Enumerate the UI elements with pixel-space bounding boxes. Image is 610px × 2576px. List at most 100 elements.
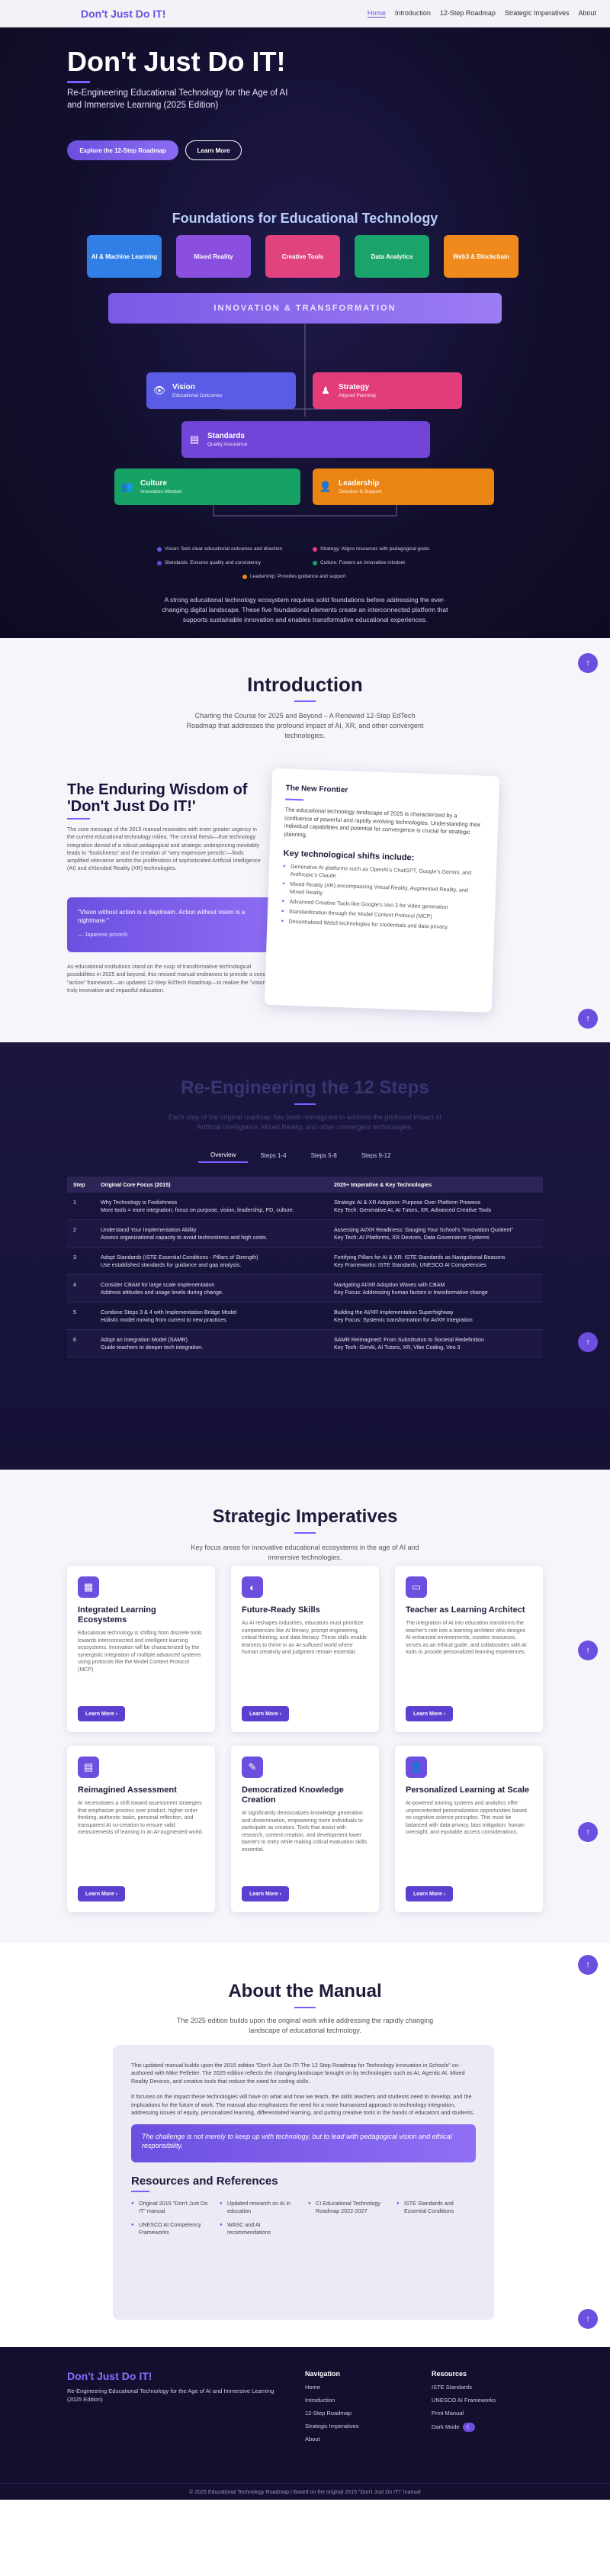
card-text: AI necessitates a shift toward assessmen…: [78, 1801, 204, 1836]
intro-underline: [294, 700, 316, 702]
footer-link-print[interactable]: Print Manual: [432, 2410, 496, 2417]
resources-title: Resources and References: [131, 2175, 278, 2188]
original-cell: Why Technology is Foolishness More tools…: [95, 1193, 328, 1220]
legend-vision: Vision: Sets clear educational outcomes …: [157, 546, 282, 552]
intro-title: Introduction: [247, 673, 363, 696]
scroll-top-button-7[interactable]: ↑: [578, 1822, 598, 1842]
table-row: 3 Adopt Standards (ISTE Essential Conditi…: [67, 1247, 543, 1275]
imperative-cell: Building the AI/XR Implementation Superh…: [328, 1302, 543, 1330]
learn-more-button[interactable]: Learn More ›: [242, 1706, 289, 1721]
col-original: Original Core Focus (2015): [95, 1177, 328, 1193]
tab-steps-9-12[interactable]: Steps 9-12: [349, 1148, 403, 1163]
tab-steps-5-8[interactable]: Steps 5-8: [299, 1148, 349, 1163]
scroll-top-button[interactable]: ↑: [578, 653, 598, 673]
new-frontier-text: The educational technology landscape of …: [284, 806, 481, 839]
footer-link-strategic[interactable]: Strategic Imperatives: [305, 2423, 358, 2429]
card-text: The integration of AI into education tra…: [406, 1621, 527, 1656]
nav-strategic[interactable]: Strategic Imperatives: [505, 9, 570, 18]
vision-sub: Educational Outcomes: [172, 393, 223, 398]
list-item: CI Educational Technology Roadmap 2022-2…: [308, 2200, 387, 2215]
connector-lines: [213, 324, 397, 517]
scroll-top-button-5[interactable]: ↑: [578, 2309, 598, 2329]
culture-sub: Innovation Mindset: [140, 489, 182, 494]
list-item: ISTE Standards and Essential Conditions: [396, 2200, 476, 2215]
imperative-cell: Strategic AI & XR Adoption: Purpose Over…: [328, 1193, 543, 1220]
scroll-top-button-6[interactable]: ↑: [578, 1641, 598, 1660]
table-row: 4 Consider CBAM for large scale implement…: [67, 1274, 543, 1302]
scroll-top-button-4[interactable]: ↑: [578, 1955, 598, 1975]
footer-link-home[interactable]: Home: [305, 2384, 358, 2391]
people-icon: 👥: [120, 481, 134, 492]
standards-icon: ▤: [189, 433, 200, 445]
scroll-top-button-2[interactable]: ↑: [578, 1009, 598, 1029]
shifts-heading: Key technological shifts include:: [283, 848, 415, 863]
scroll-top-button-3[interactable]: ↑: [578, 1332, 598, 1352]
table-row: 6 Adopt an Integration Model (SAMR) Guide…: [67, 1329, 543, 1357]
footer-link-unesco[interactable]: UNESCO AI Frameworks: [432, 2397, 496, 2404]
footer-link-intro[interactable]: Introduction: [305, 2397, 358, 2404]
list-item: Updated research on AI in education: [220, 2200, 299, 2215]
footer-resources: Resources ISTE Standards UNESCO AI Frame…: [432, 2370, 496, 2438]
tab-overview[interactable]: Overview: [198, 1148, 249, 1163]
original-cell: Adopt Standards (ISTE Essential Conditio…: [95, 1247, 328, 1275]
imperative-cell: Fortifying Pillars for AI & XR: ISTE Sta…: [328, 1247, 543, 1275]
proverb-quote: "Vision without action is a daydream. Ac…: [67, 897, 285, 952]
standards-sub: Quality Assurance: [207, 442, 248, 447]
step-cell: 2: [67, 1219, 95, 1248]
learn-more-button[interactable]: Learn More ›: [242, 1886, 289, 1901]
about-quote: The challenge is not merely to keep up w…: [131, 2124, 476, 2163]
wisdom-underline: [67, 818, 90, 819]
learn-more-button[interactable]: Learn More ›: [78, 1706, 125, 1721]
nav-home[interactable]: Home: [367, 9, 386, 18]
learn-more-button[interactable]: Learn More ›: [78, 1886, 125, 1901]
step-cell: 3: [67, 1247, 95, 1275]
person-icon: 👤: [319, 481, 332, 492]
learn-more-button[interactable]: Learn More ›: [406, 1706, 453, 1721]
strategy-card: ▤ Reimagined Assessment AI necessitates a …: [67, 1746, 215, 1912]
about-card: This updated manual builds upon the 2015…: [113, 2045, 494, 2320]
nav-introduction[interactable]: Introduction: [395, 9, 431, 18]
legend-leadership: Leadership: Provides guidance and suppor…: [242, 574, 345, 579]
resources-list: Original 2015 "Don't Just Do IT" manual …: [131, 2200, 476, 2236]
legend-strategy: Strategy: Aligns resources with pedagogi…: [313, 546, 429, 552]
dark-mode-toggle[interactable]: Dark Mode ☾: [432, 2423, 496, 2432]
tab-steps-1-4[interactable]: Steps 1-4: [248, 1148, 298, 1163]
about-paragraph-2: It focuses on the impact these technolog…: [131, 2093, 474, 2117]
footer-link-about[interactable]: About: [305, 2436, 358, 2442]
card-strategy: ♟ Strategy Aligned Planning: [313, 372, 462, 409]
eye-icon: 👁: [152, 385, 166, 396]
nav-about[interactable]: About: [578, 9, 596, 18]
table-row: 2 Understand Your Implementation Ability …: [67, 1219, 543, 1248]
wisdom-paragraph-2: As educational institutions stand on the…: [67, 963, 275, 993]
strategy-card: 👤 Personalized Learning at Scale AI-powere…: [395, 1746, 543, 1912]
card-title: Integrated Learning Ecosystems: [78, 1605, 156, 1624]
leadership-title: Leadership: [339, 479, 380, 488]
introduction-section: Introduction Charting the Course for 202…: [0, 638, 610, 1042]
original-cell: Combine Steps 3 & 4 with Implementation …: [95, 1302, 328, 1330]
col-2025: 2025+ Imperative & Key Technologies: [328, 1177, 543, 1193]
vision-title: Vision: [172, 383, 195, 391]
step-cell: 5: [67, 1302, 95, 1330]
about-paragraph-1: This updated manual builds upon the 2015…: [131, 2062, 465, 2085]
strategy-title: Strategy: [339, 383, 370, 391]
original-cell: Understand Your Implementation Ability A…: [95, 1219, 328, 1248]
standards-title: Standards: [207, 432, 245, 440]
brand-logo[interactable]: Don't Just Do IT!: [81, 8, 165, 20]
table-row: 5 Combine Steps 3 & 4 with Implementation…: [67, 1302, 543, 1330]
frontier-underline: [285, 798, 304, 801]
card-icon: ▭: [406, 1576, 427, 1598]
card-title: Teacher as Learning Architect: [406, 1605, 525, 1615]
col-step: Step: [67, 1177, 95, 1193]
moon-icon[interactable]: ☾: [462, 2423, 475, 2432]
strategy-card: ✎ Democratized Knowledge Creation AI signi…: [231, 1746, 379, 1912]
original-cell: Consider CBAM for large scale implementa…: [95, 1274, 328, 1302]
nav-roadmap[interactable]: 12-Step Roadmap: [440, 9, 496, 18]
learn-more-button[interactable]: Learn More ›: [406, 1886, 453, 1901]
quote-author: — Japanese proverb: [78, 932, 127, 938]
card-text: Educational technology is shifting from …: [78, 1631, 202, 1673]
chess-icon: ♟: [321, 385, 330, 396]
list-item: UNESCO AI Competency Frameworks: [131, 2221, 210, 2236]
footer-link-roadmap[interactable]: 12-Step Roadmap: [305, 2410, 358, 2417]
footer-link-iste[interactable]: ISTE Standards: [432, 2384, 496, 2391]
card-icon: ◐: [242, 1576, 263, 1598]
